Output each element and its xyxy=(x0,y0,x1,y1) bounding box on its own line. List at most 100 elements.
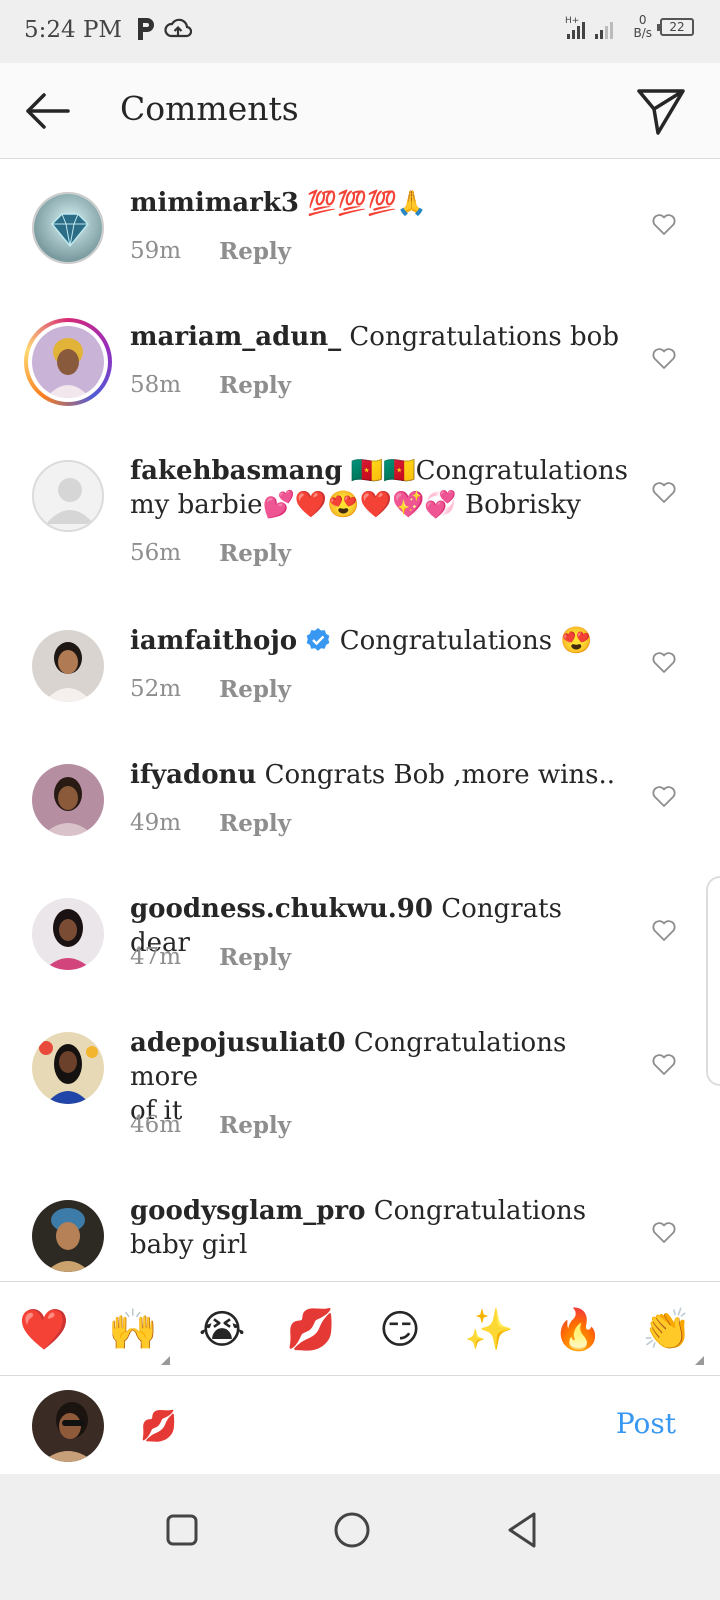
avatar[interactable] xyxy=(32,326,104,398)
comment-content: 💯💯💯🙏 xyxy=(307,189,427,217)
comment-meta: 56m Reply xyxy=(130,540,291,567)
back-triangle-icon[interactable] xyxy=(492,1500,552,1560)
svg-text:H+: H+ xyxy=(565,16,579,26)
comment-meta: 52m Reply xyxy=(130,676,291,703)
reply-button[interactable]: Reply xyxy=(219,238,291,265)
diamond-avatar-image xyxy=(34,194,102,262)
comment-content-line2: my barbie💕❤️😍❤️💖💞 Bobrisky xyxy=(130,490,581,520)
emoji-heart-button[interactable]: ❤️ xyxy=(16,1304,72,1356)
emoji-raised-hands-button[interactable]: 🙌 xyxy=(105,1304,161,1356)
comment-text: mimimark3 💯💯💯🙏 xyxy=(130,186,630,220)
recents-square-icon[interactable] xyxy=(152,1500,212,1560)
comment-text: mariam_adun_ Congratulations bob xyxy=(130,320,630,354)
back-arrow-icon[interactable] xyxy=(22,89,72,133)
heart-icon[interactable] xyxy=(651,346,677,370)
avatar[interactable] xyxy=(32,630,104,702)
heart-icon[interactable] xyxy=(651,212,677,236)
avatar[interactable] xyxy=(32,460,104,532)
comment-content-line2: baby girl xyxy=(130,1230,248,1260)
heart-icon[interactable] xyxy=(651,480,677,504)
net-speed-unit: B/s xyxy=(633,26,652,40)
side-edge-handle[interactable] xyxy=(706,876,720,1086)
reply-button[interactable]: Reply xyxy=(219,944,291,971)
reply-button[interactable]: Reply xyxy=(219,372,291,399)
comment-content: Congrats Bob ,more wins.. xyxy=(264,760,616,790)
comment-time: 49m xyxy=(130,810,182,836)
comment-item: mimimark3 💯💯💯🙏 59m Reply xyxy=(0,160,720,294)
heart-icon[interactable] xyxy=(651,784,677,808)
avatar[interactable] xyxy=(32,764,104,836)
comment-item: goodness.chukwu.90 Congrats dear 47m Rep… xyxy=(0,866,720,1000)
comment-text: iamfaithojo Congratulations 😍 xyxy=(130,624,630,658)
my-avatar xyxy=(32,1390,104,1462)
battery-icon: 22 xyxy=(657,18,694,36)
reply-button[interactable]: Reply xyxy=(219,810,291,837)
app-header: Comments xyxy=(0,63,720,159)
verified-badge-icon xyxy=(307,628,330,651)
home-circle-icon[interactable] xyxy=(322,1500,382,1560)
comment-item: ifyadonu Congrats Bob ,more wins.. 49m R… xyxy=(0,732,720,866)
comment-meta: 46m Reply xyxy=(130,1112,291,1139)
comment-input[interactable] xyxy=(140,1401,580,1451)
story-ring[interactable] xyxy=(24,318,112,406)
emoji-variant-indicator xyxy=(161,1356,170,1365)
p-app-icon xyxy=(138,18,154,40)
status-left-icons xyxy=(134,16,192,42)
heart-icon[interactable] xyxy=(651,918,677,942)
comment-meta: 58m Reply xyxy=(130,372,291,399)
status-bar: 5:24 PM H+ 0 B/s 22 xyxy=(0,0,720,63)
avatar[interactable] xyxy=(32,898,104,970)
emoji-clap-button[interactable]: 👏 xyxy=(639,1304,695,1356)
comment-text: fakehbasmang 🇨🇲🇨🇲Congratulations my barb… xyxy=(130,454,630,522)
heart-icon[interactable] xyxy=(651,1220,677,1244)
page-title: Comments xyxy=(120,89,299,128)
emoji-sparkles-button[interactable]: ✨ xyxy=(461,1304,517,1356)
emoji-crying-button[interactable]: 😭 xyxy=(194,1304,250,1356)
comment-time: 59m xyxy=(130,238,182,264)
comment-list[interactable]: mimimark3 💯💯💯🙏 59m Reply mariam_adun_ Co… xyxy=(0,160,720,1307)
status-time: 5:24 PM xyxy=(24,17,122,43)
avatar[interactable] xyxy=(32,192,104,264)
comment-username[interactable]: goodness.chukwu.90 xyxy=(130,894,433,924)
comment-username[interactable]: fakehbasmang xyxy=(130,456,343,486)
emoji-smirk-button[interactable]: 😏 xyxy=(372,1304,428,1356)
comment-meta: 59m Reply xyxy=(130,238,291,265)
comment-time: 58m xyxy=(130,372,182,398)
comment-text: goodysglam_pro Congratulations baby girl xyxy=(130,1194,630,1262)
comment-time: 46m xyxy=(130,1112,182,1138)
net-speed: 0 B/s xyxy=(633,14,652,40)
comment-username[interactable]: mariam_adun_ xyxy=(130,322,341,352)
emoji-fire-button[interactable]: 🔥 xyxy=(550,1304,606,1356)
comment-content-line1: Congratulations xyxy=(373,1196,587,1226)
reply-button[interactable]: Reply xyxy=(219,676,291,703)
avatar[interactable] xyxy=(32,1200,104,1272)
post-button[interactable]: Post xyxy=(616,1407,676,1440)
comment-username[interactable]: adepojusuliat0 xyxy=(130,1028,346,1058)
battery-level: 22 xyxy=(669,20,685,34)
comment-meta: 49m Reply xyxy=(130,810,291,837)
send-icon[interactable] xyxy=(636,87,686,135)
reply-button[interactable]: Reply xyxy=(219,540,291,567)
comment-content: Congratulations 😍 xyxy=(339,626,593,656)
comment-item: adepojusuliat0 Congratulations more of i… xyxy=(0,1000,720,1168)
heart-icon[interactable] xyxy=(651,650,677,674)
comment-content: Congratulations bob xyxy=(349,322,619,352)
comment-text: ifyadonu Congrats Bob ,more wins.. xyxy=(130,758,630,792)
user-photo xyxy=(32,1200,104,1272)
comment-item: iamfaithojo Congratulations 😍 52m Reply xyxy=(0,598,720,732)
comment-username[interactable]: goodysglam_pro xyxy=(130,1196,365,1226)
comment-username[interactable]: iamfaithojo xyxy=(130,626,297,656)
avatar[interactable] xyxy=(32,1032,104,1104)
comment-content-line1: 🇨🇲🇨🇲Congratulations xyxy=(350,456,629,486)
comment-username[interactable]: mimimark3 xyxy=(130,188,299,218)
emoji-kiss-button[interactable]: 💋 xyxy=(283,1304,339,1356)
comment-item: mariam_adun_ Congratulations bob 58m Rep… xyxy=(0,294,720,428)
reply-button[interactable]: Reply xyxy=(219,1112,291,1139)
user-photo xyxy=(32,326,104,398)
user-photo xyxy=(32,898,104,970)
user-photo xyxy=(32,764,104,836)
heart-icon[interactable] xyxy=(651,1052,677,1076)
comment-username[interactable]: ifyadonu xyxy=(130,760,256,790)
emoji-quick-bar: ❤️ 🙌 😭 💋 😏 ✨ 🔥 👏 xyxy=(0,1281,720,1376)
comment-item: fakehbasmang 🇨🇲🇨🇲Congratulations my barb… xyxy=(0,428,720,598)
